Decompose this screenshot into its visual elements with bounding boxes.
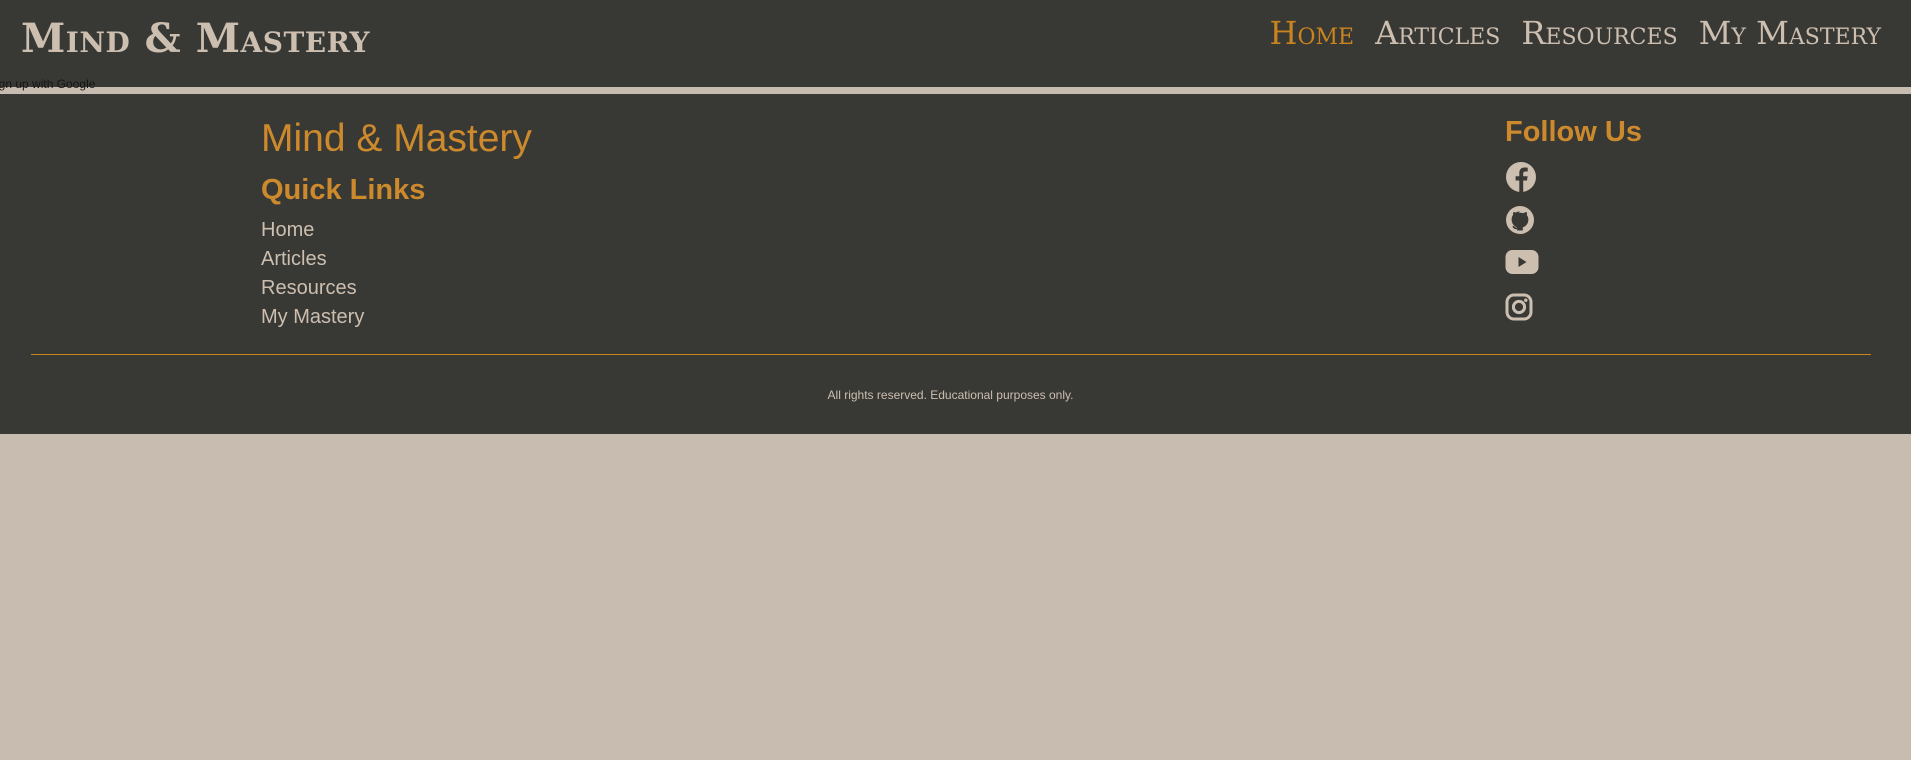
quick-links-list: Home Articles Resources My Mastery (261, 218, 364, 334)
quick-links-heading: Quick Links (261, 174, 426, 206)
google-signup-text[interactable]: Sign up with Google (0, 77, 95, 91)
youtube-icon (1505, 250, 1539, 274)
instagram-icon (1505, 293, 1533, 321)
copyright-text: All rights reserved. Educational purpose… (827, 388, 1074, 402)
social-links (1505, 161, 1539, 337)
github-link[interactable] (1505, 205, 1539, 239)
follow-us-heading: Follow Us (1505, 116, 1642, 148)
footer-link-home[interactable]: Home (261, 219, 314, 241)
list-item: Articles (261, 247, 364, 276)
list-item: My Mastery (261, 305, 364, 334)
nav-link-my-mastery[interactable]: My Mastery (1699, 14, 1881, 52)
facebook-link[interactable] (1505, 161, 1539, 195)
nav-link-home[interactable]: Home (1270, 14, 1355, 52)
brand-logo-link[interactable]: Mind & Mastery (21, 14, 370, 64)
facebook-icon (1506, 162, 1536, 192)
github-icon (1506, 206, 1534, 234)
site-footer: Mind & Mastery Quick Links Home Articles… (0, 94, 1911, 434)
site-header: Mind & Mastery Home Articles Resources M… (0, 0, 1911, 87)
list-item: Home (261, 218, 364, 247)
footer-divider (31, 354, 1871, 355)
footer-link-my-mastery[interactable]: My Mastery (261, 306, 364, 328)
footer-link-resources[interactable]: Resources (261, 277, 357, 299)
youtube-link[interactable] (1505, 249, 1539, 283)
footer-title: Mind & Mastery (261, 117, 532, 160)
nav-link-resources[interactable]: Resources (1521, 14, 1677, 52)
footer-link-articles[interactable]: Articles (261, 248, 327, 270)
nav-link-articles[interactable]: Articles (1375, 14, 1500, 52)
list-item: Resources (261, 276, 364, 305)
main-nav: Home Articles Resources My Mastery (1270, 14, 1881, 52)
instagram-link[interactable] (1505, 293, 1539, 327)
